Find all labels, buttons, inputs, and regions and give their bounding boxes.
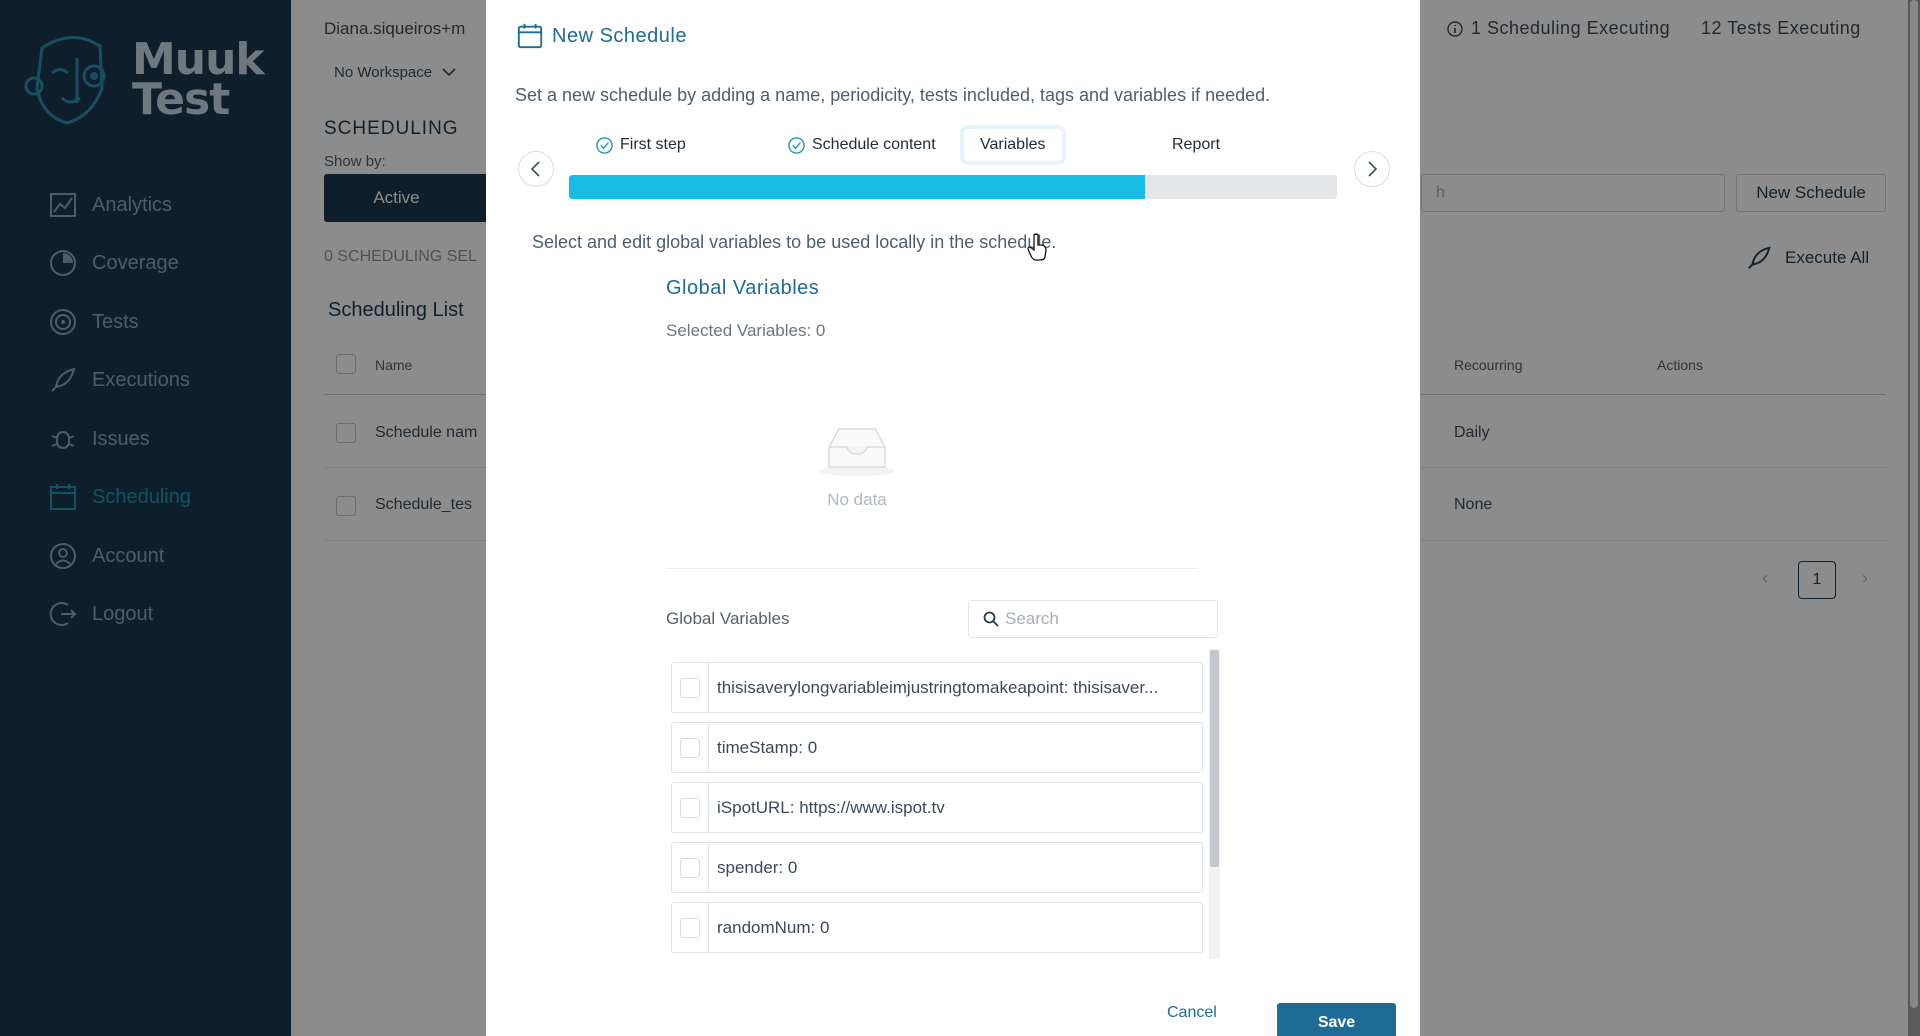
step-label: First step bbox=[620, 136, 686, 153]
empty-state-text: No data bbox=[827, 490, 887, 509]
variables-description: Select and edit global variables to be u… bbox=[532, 232, 1057, 252]
step-label: Schedule content bbox=[812, 136, 936, 153]
step-progress-bar bbox=[569, 175, 1337, 199]
checkbox-cell bbox=[672, 663, 709, 712]
stepper: First step Schedule content Variables Re… bbox=[486, 125, 1420, 187]
variable-checkbox[interactable] bbox=[680, 737, 700, 758]
step-variables[interactable]: Variables bbox=[960, 125, 1066, 165]
chevron-left-icon bbox=[530, 161, 540, 177]
list-item[interactable]: spender: 0 bbox=[671, 842, 1203, 893]
modal-description: Set a new schedule by adding a name, per… bbox=[515, 85, 1271, 105]
modal-title: New Schedule bbox=[516, 22, 687, 50]
variable-checkbox[interactable] bbox=[680, 917, 700, 938]
modal-title-text: New Schedule bbox=[552, 24, 687, 47]
checkbox-cell bbox=[672, 783, 709, 832]
search-icon bbox=[983, 611, 999, 627]
step-progress-fill bbox=[569, 175, 1145, 199]
cancel-button[interactable]: Cancel bbox=[1167, 1004, 1217, 1022]
variable-text: randomNum: 0 bbox=[717, 917, 830, 937]
variables-scrollbar-thumb[interactable] bbox=[1210, 650, 1219, 867]
variable-checkbox[interactable] bbox=[680, 677, 700, 698]
step-label: Variables bbox=[980, 136, 1046, 153]
calendar-icon bbox=[517, 23, 543, 49]
variables-list: thisisaverylongvariableimjustringtomakea… bbox=[671, 649, 1216, 959]
variables-search-input[interactable]: Search bbox=[968, 600, 1218, 638]
hand-cursor-icon bbox=[1027, 233, 1047, 261]
chevron-right-icon bbox=[1368, 161, 1378, 177]
divider bbox=[666, 568, 1198, 569]
search-placeholder: Search bbox=[1005, 609, 1059, 628]
empty-state: No data bbox=[806, 425, 908, 510]
list-item[interactable]: thisisaverylongvariableimjustringtomakea… bbox=[671, 662, 1203, 713]
save-button[interactable]: Save bbox=[1277, 1003, 1396, 1036]
selected-variables-count: Selected Variables: 0 bbox=[666, 321, 826, 340]
empty-inbox-icon bbox=[819, 428, 895, 476]
variable-text: thisisaverylongvariableimjustringtomakea… bbox=[717, 677, 1159, 697]
new-schedule-modal: New Schedule Set a new schedule by addin… bbox=[486, 0, 1420, 1036]
next-step-button[interactable] bbox=[1354, 151, 1390, 187]
step-first-step[interactable]: First step bbox=[596, 125, 686, 165]
prev-step-button[interactable] bbox=[518, 151, 554, 187]
global-variables-list-label: Global Variables bbox=[666, 609, 790, 628]
variable-text: spender: 0 bbox=[717, 857, 798, 877]
checkbox-cell bbox=[672, 723, 709, 772]
variable-checkbox[interactable] bbox=[680, 857, 700, 878]
variable-checkbox[interactable] bbox=[680, 797, 700, 818]
list-item[interactable]: randomNum: 0 bbox=[671, 902, 1203, 953]
check-circle-icon bbox=[596, 136, 613, 154]
global-variables-title: Global Variables bbox=[666, 277, 820, 299]
step-label: Report bbox=[1172, 136, 1221, 153]
modal-overlay-sidebar bbox=[0, 0, 291, 1036]
page-scrollbar-thumb[interactable] bbox=[1910, 0, 1918, 1008]
list-item[interactable]: timeStamp: 0 bbox=[671, 722, 1203, 773]
sidebar: Muuk Test Analytics Coverage Tests Execu… bbox=[0, 0, 291, 1036]
list-item[interactable]: iSpotURL: https://www.ispot.tv bbox=[671, 782, 1203, 833]
checkbox-cell bbox=[672, 903, 709, 952]
step-schedule-content[interactable]: Schedule content bbox=[788, 125, 936, 165]
variable-text: timeStamp: 0 bbox=[717, 737, 818, 757]
variable-text: iSpotURL: https://www.ispot.tv bbox=[717, 797, 945, 817]
checkbox-cell bbox=[672, 843, 709, 892]
step-report[interactable]: Report bbox=[1172, 125, 1220, 165]
check-circle-icon bbox=[788, 136, 805, 154]
